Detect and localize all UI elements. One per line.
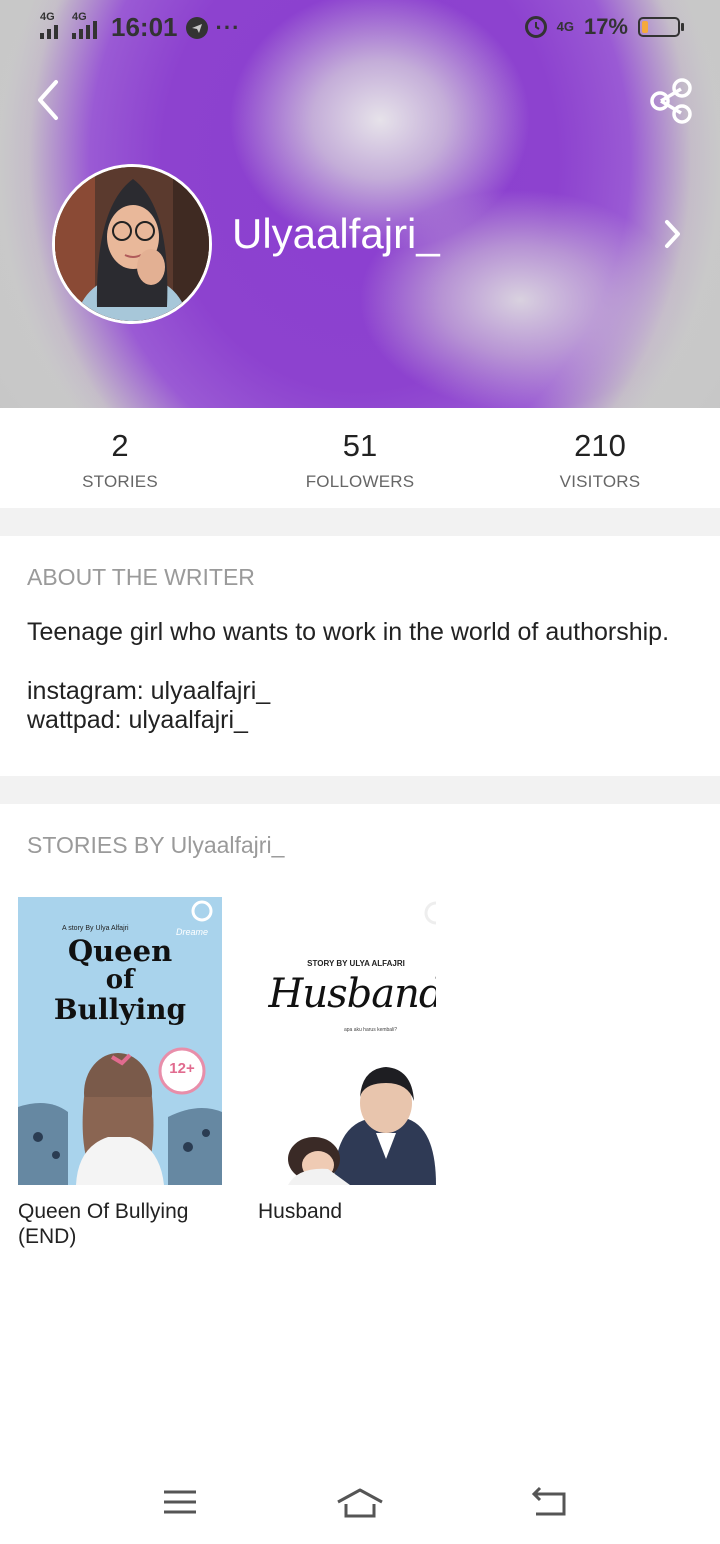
story-title-line: (END) [18, 1225, 77, 1248]
story-title-line: Queen Of Bullying [18, 1200, 189, 1223]
cover-byline: A story By Ulya Alfajri [62, 925, 129, 932]
cover-art [258, 897, 436, 1185]
status-time: 16:01 [111, 12, 178, 42]
stat-label: FOLLOWERS [305, 472, 415, 491]
back-icon [531, 1486, 566, 1516]
signal-icon-2: 4G [72, 11, 97, 39]
status-bar: 4G 4G 16:01 ··· 4G 17% [0, 0, 720, 56]
cover-title-line: Queen [67, 934, 173, 968]
battery-icon [638, 17, 684, 37]
story-cover[interactable]: A story By Ulya Alfajri Dreame Queen of … [18, 897, 222, 1185]
stat-stories[interactable]: 2 STORIES [0, 428, 240, 492]
cover-brand: Dreame [176, 927, 209, 937]
stat-followers[interactable]: 51 FOLLOWERS [240, 428, 480, 492]
stat-visitors[interactable]: 210 VISITORS [480, 428, 720, 492]
chevron-left-icon [38, 80, 58, 120]
about-title: ABOUT THE WRITER [27, 564, 255, 590]
cover-age-badge: 12+ [169, 1060, 195, 1077]
chevron-right-icon [665, 220, 680, 248]
alarm-icon [524, 16, 547, 38]
wattpad-handle: wattpad: ulyaalfajri_ [27, 706, 248, 734]
home-button[interactable] [332, 1482, 388, 1522]
stories-section: STORIES BY Ulyaalfajri_ A story By Ulya … [0, 804, 720, 1264]
story-cover[interactable]: STORY BY ULYA ALFAJRI Husband apa aku ha… [258, 897, 436, 1185]
about-bio: Teenage girl who wants to work in the wo… [27, 618, 670, 646]
story-title-line: Husband [258, 1200, 343, 1223]
battery-percent: 17% [583, 14, 628, 39]
story-title[interactable]: Husband [258, 1199, 462, 1224]
avatar[interactable] [52, 164, 212, 324]
share-icon [650, 78, 692, 124]
back-button[interactable] [28, 76, 72, 124]
about-section: ABOUT THE WRITER Teenage girl who wants … [0, 536, 720, 776]
status-left: 4G 4G 16:01 ··· [40, 11, 241, 43]
back-nav-button[interactable] [522, 1482, 578, 1522]
profile-detail-button[interactable] [658, 216, 686, 252]
profile-stats: 2 STORIES 51 FOLLOWERS 210 VISITORS [0, 408, 720, 508]
menu-button[interactable] [152, 1482, 208, 1522]
about-social: instagram: ulyaalfajri_ wattpad: ulyaalf… [27, 677, 270, 735]
home-icon [337, 1488, 383, 1518]
stat-value: 2 [111, 428, 129, 463]
stat-value: 210 [574, 428, 626, 463]
avatar-photo [55, 167, 209, 321]
menu-icon [164, 1490, 196, 1514]
story-card-queen-of-bullying[interactable]: A story By Ulya Alfajri Dreame Queen of … [18, 897, 222, 1249]
cover-title: Queen of Bullying [18, 934, 222, 1026]
signal-icon: 4G [40, 11, 58, 39]
story-title[interactable]: Queen Of Bullying (END) [18, 1199, 222, 1249]
cover-tagline: apa aku harus kembali? [344, 1027, 398, 1033]
section-divider [0, 776, 720, 804]
profile-header: 4G 4G 16:01 ··· 4G 17% Ulyaalfajri_ [0, 0, 720, 408]
lte-indicator: 4G [556, 19, 574, 34]
cover-byline: STORY BY ULYA ALFAJRI [307, 959, 405, 968]
cover-title: Husband [268, 971, 437, 1017]
stat-label: VISITORS [559, 472, 641, 491]
status-overflow: ··· [215, 14, 241, 40]
section-divider [0, 508, 720, 536]
stat-value: 51 [342, 428, 378, 463]
story-card-husband[interactable]: STORY BY ULYA ALFAJRI Husband apa aku ha… [258, 897, 462, 1224]
instagram-handle: instagram: ulyaalfajri_ [27, 677, 271, 705]
stat-label: STORIES [82, 472, 158, 491]
system-nav-bar [0, 1460, 720, 1544]
profile-name[interactable]: Ulyaalfajri_ [232, 210, 440, 258]
cover-title-line: of [105, 965, 135, 995]
stories-title: STORIES BY Ulyaalfajri_ [27, 832, 285, 858]
cover-title-line: Bullying [53, 993, 187, 1026]
share-button[interactable] [646, 76, 696, 126]
status-right: 4G 17% [524, 14, 684, 40]
telegram-icon [185, 16, 208, 39]
